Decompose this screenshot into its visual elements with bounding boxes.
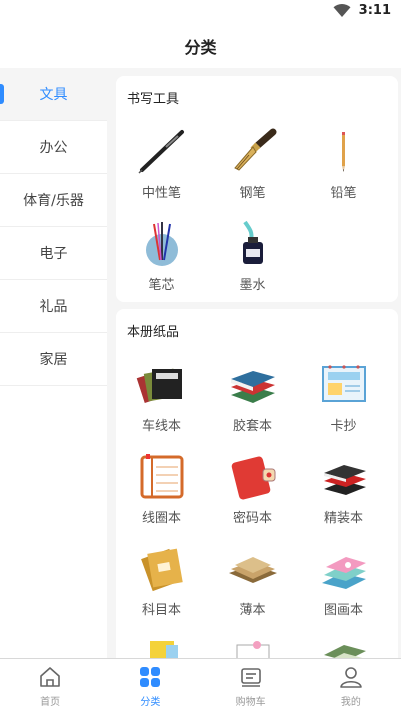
sidebar-item-label: 家居 — [39, 352, 68, 368]
product-pencil[interactable]: 铅笔 — [298, 120, 389, 212]
category-content: 书写工具 中性笔 钢笔 铅笔 笔芯 墨水 本册纸品 车线本 胶套本 卡抄 线圈本… — [107, 68, 401, 658]
status-indicators: 3:11 — [333, 3, 391, 18]
bottom-tab-bar: 首页 分类 购物车 我的 — [0, 658, 401, 710]
product-label: 墨水 — [239, 278, 266, 293]
product-gel-pen[interactable]: 中性笔 — [116, 120, 207, 212]
cart-icon — [238, 664, 264, 690]
product-label: 中性笔 — [141, 186, 181, 201]
home-icon — [37, 664, 63, 690]
status-time: 3:11 — [358, 3, 391, 18]
product-label: 卡抄 — [330, 419, 357, 434]
product-label: 胶套本 — [232, 419, 272, 434]
user-icon — [338, 664, 364, 690]
product-drawing-book[interactable]: 图画本 — [298, 537, 389, 629]
sidebar-item-label: 礼品 — [39, 299, 68, 315]
thin-notebook-icon — [227, 543, 279, 593]
fountain-pen-icon — [227, 126, 279, 176]
product-grid: 车线本 胶套本 卡抄 线圈本 密码本 精装本 科目本 薄本 图画本 — [116, 353, 398, 658]
product-label: 科目本 — [141, 603, 181, 618]
app-screen: 3:11 分类 文具 办公 体育/乐器 电子 礼品 家居 书写工具 中性笔 钢笔… — [0, 0, 401, 710]
ink-bottle-icon — [227, 218, 279, 268]
sidebar-item-label: 体育/乐器 — [23, 193, 84, 209]
hardcover-notebook-icon — [318, 451, 370, 501]
card-copy-icon — [318, 359, 370, 409]
product-lock-notebook[interactable]: 密码本 — [207, 445, 298, 537]
product-label: 图画本 — [323, 603, 363, 618]
section-title: 本册纸品 — [127, 325, 180, 340]
stitched-notebook-icon — [136, 359, 188, 409]
sidebar-item-gifts[interactable]: 礼品 — [0, 280, 107, 333]
product-label: 精装本 — [323, 511, 363, 526]
drawing-book-icon — [318, 543, 370, 593]
subject-notebook-icon — [136, 543, 188, 593]
tab-home[interactable]: 首页 — [0, 659, 100, 710]
sticky-notebook-icon — [136, 635, 188, 658]
product-subject-notebook[interactable]: 科目本 — [116, 537, 207, 629]
product-label: 钢笔 — [239, 186, 266, 201]
lock-notebook-icon — [227, 451, 279, 501]
pen-refill-icon — [136, 218, 188, 268]
product-label: 铅笔 — [330, 186, 357, 201]
sidebar-item-electronics[interactable]: 电子 — [0, 227, 107, 280]
section-writing-tools: 书写工具 中性笔 钢笔 铅笔 笔芯 墨水 — [116, 76, 398, 302]
header: 分类 — [0, 24, 401, 68]
product-fountain-pen[interactable]: 钢笔 — [207, 120, 298, 212]
product-hardcover-notebook[interactable]: 精装本 — [298, 445, 389, 537]
gel-pen-icon — [136, 126, 188, 176]
wifi-icon — [333, 3, 351, 17]
product-label: 线圈本 — [141, 511, 181, 526]
tab-profile[interactable]: 我的 — [301, 659, 401, 710]
tab-cart[interactable]: 购物车 — [201, 659, 301, 710]
spiral-notebook-icon — [136, 451, 188, 501]
product-label: 笔芯 — [148, 278, 175, 293]
category-icon — [137, 664, 163, 690]
sidebar-item-label: 文具 — [39, 87, 68, 103]
product-label: 薄本 — [239, 603, 266, 618]
pattern-notebook-icon — [318, 635, 370, 658]
product-covered-notebook[interactable]: 胶套本 — [207, 353, 298, 445]
product-thin-notebook[interactable]: 薄本 — [207, 537, 298, 629]
category-sidebar: 文具 办公 体育/乐器 电子 礼品 家居 — [0, 68, 107, 658]
product-partial-2[interactable] — [207, 629, 298, 658]
tab-label: 分类 — [140, 697, 161, 708]
active-indicator — [0, 84, 4, 104]
section-notebooks: 本册纸品 车线本 胶套本 卡抄 线圈本 密码本 精装本 科目本 薄本 图画本 — [116, 309, 398, 658]
product-ink[interactable]: 墨水 — [207, 212, 298, 304]
product-grid: 中性笔 钢笔 铅笔 笔芯 墨水 — [116, 120, 398, 304]
tab-category[interactable]: 分类 — [100, 659, 200, 710]
status-bar: 3:11 — [0, 0, 401, 24]
product-spiral-notebook[interactable]: 线圈本 — [116, 445, 207, 537]
sidebar-item-label: 电子 — [39, 246, 68, 262]
product-label: 密码本 — [232, 511, 272, 526]
gift-notebook-icon — [227, 635, 279, 658]
product-partial-3[interactable] — [298, 629, 389, 658]
tab-label: 首页 — [40, 697, 61, 708]
sidebar-item-office[interactable]: 办公 — [0, 121, 107, 174]
sidebar-item-sports-music[interactable]: 体育/乐器 — [0, 174, 107, 227]
covered-notebook-icon — [227, 359, 279, 409]
product-card-copy[interactable]: 卡抄 — [298, 353, 389, 445]
product-stitched-notebook[interactable]: 车线本 — [116, 353, 207, 445]
sidebar-item-label: 办公 — [39, 140, 68, 156]
pencil-icon — [318, 126, 370, 176]
page-title: 分类 — [184, 38, 217, 57]
product-partial-1[interactable] — [116, 629, 207, 658]
tab-label: 我的 — [340, 697, 361, 708]
tab-label: 购物车 — [235, 697, 266, 708]
product-pen-refill[interactable]: 笔芯 — [116, 212, 207, 304]
sidebar-item-home[interactable]: 家居 — [0, 333, 107, 386]
sidebar-item-stationery[interactable]: 文具 — [0, 68, 107, 121]
section-title: 书写工具 — [127, 92, 180, 107]
product-label: 车线本 — [141, 419, 181, 434]
